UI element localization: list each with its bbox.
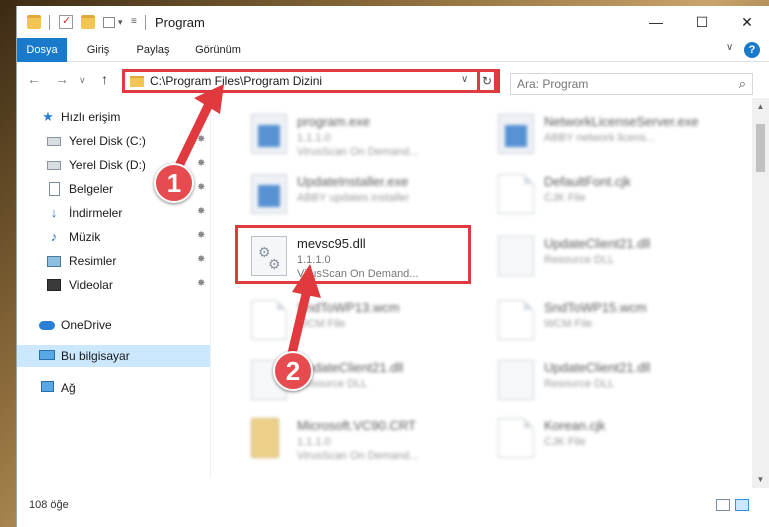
step-1-badge: 1 [154,163,194,203]
step-2-badge: 2 [273,351,313,391]
annotation-arrows [172,84,321,367]
arrow-2 [285,264,321,367]
arrow-1 [172,84,224,175]
